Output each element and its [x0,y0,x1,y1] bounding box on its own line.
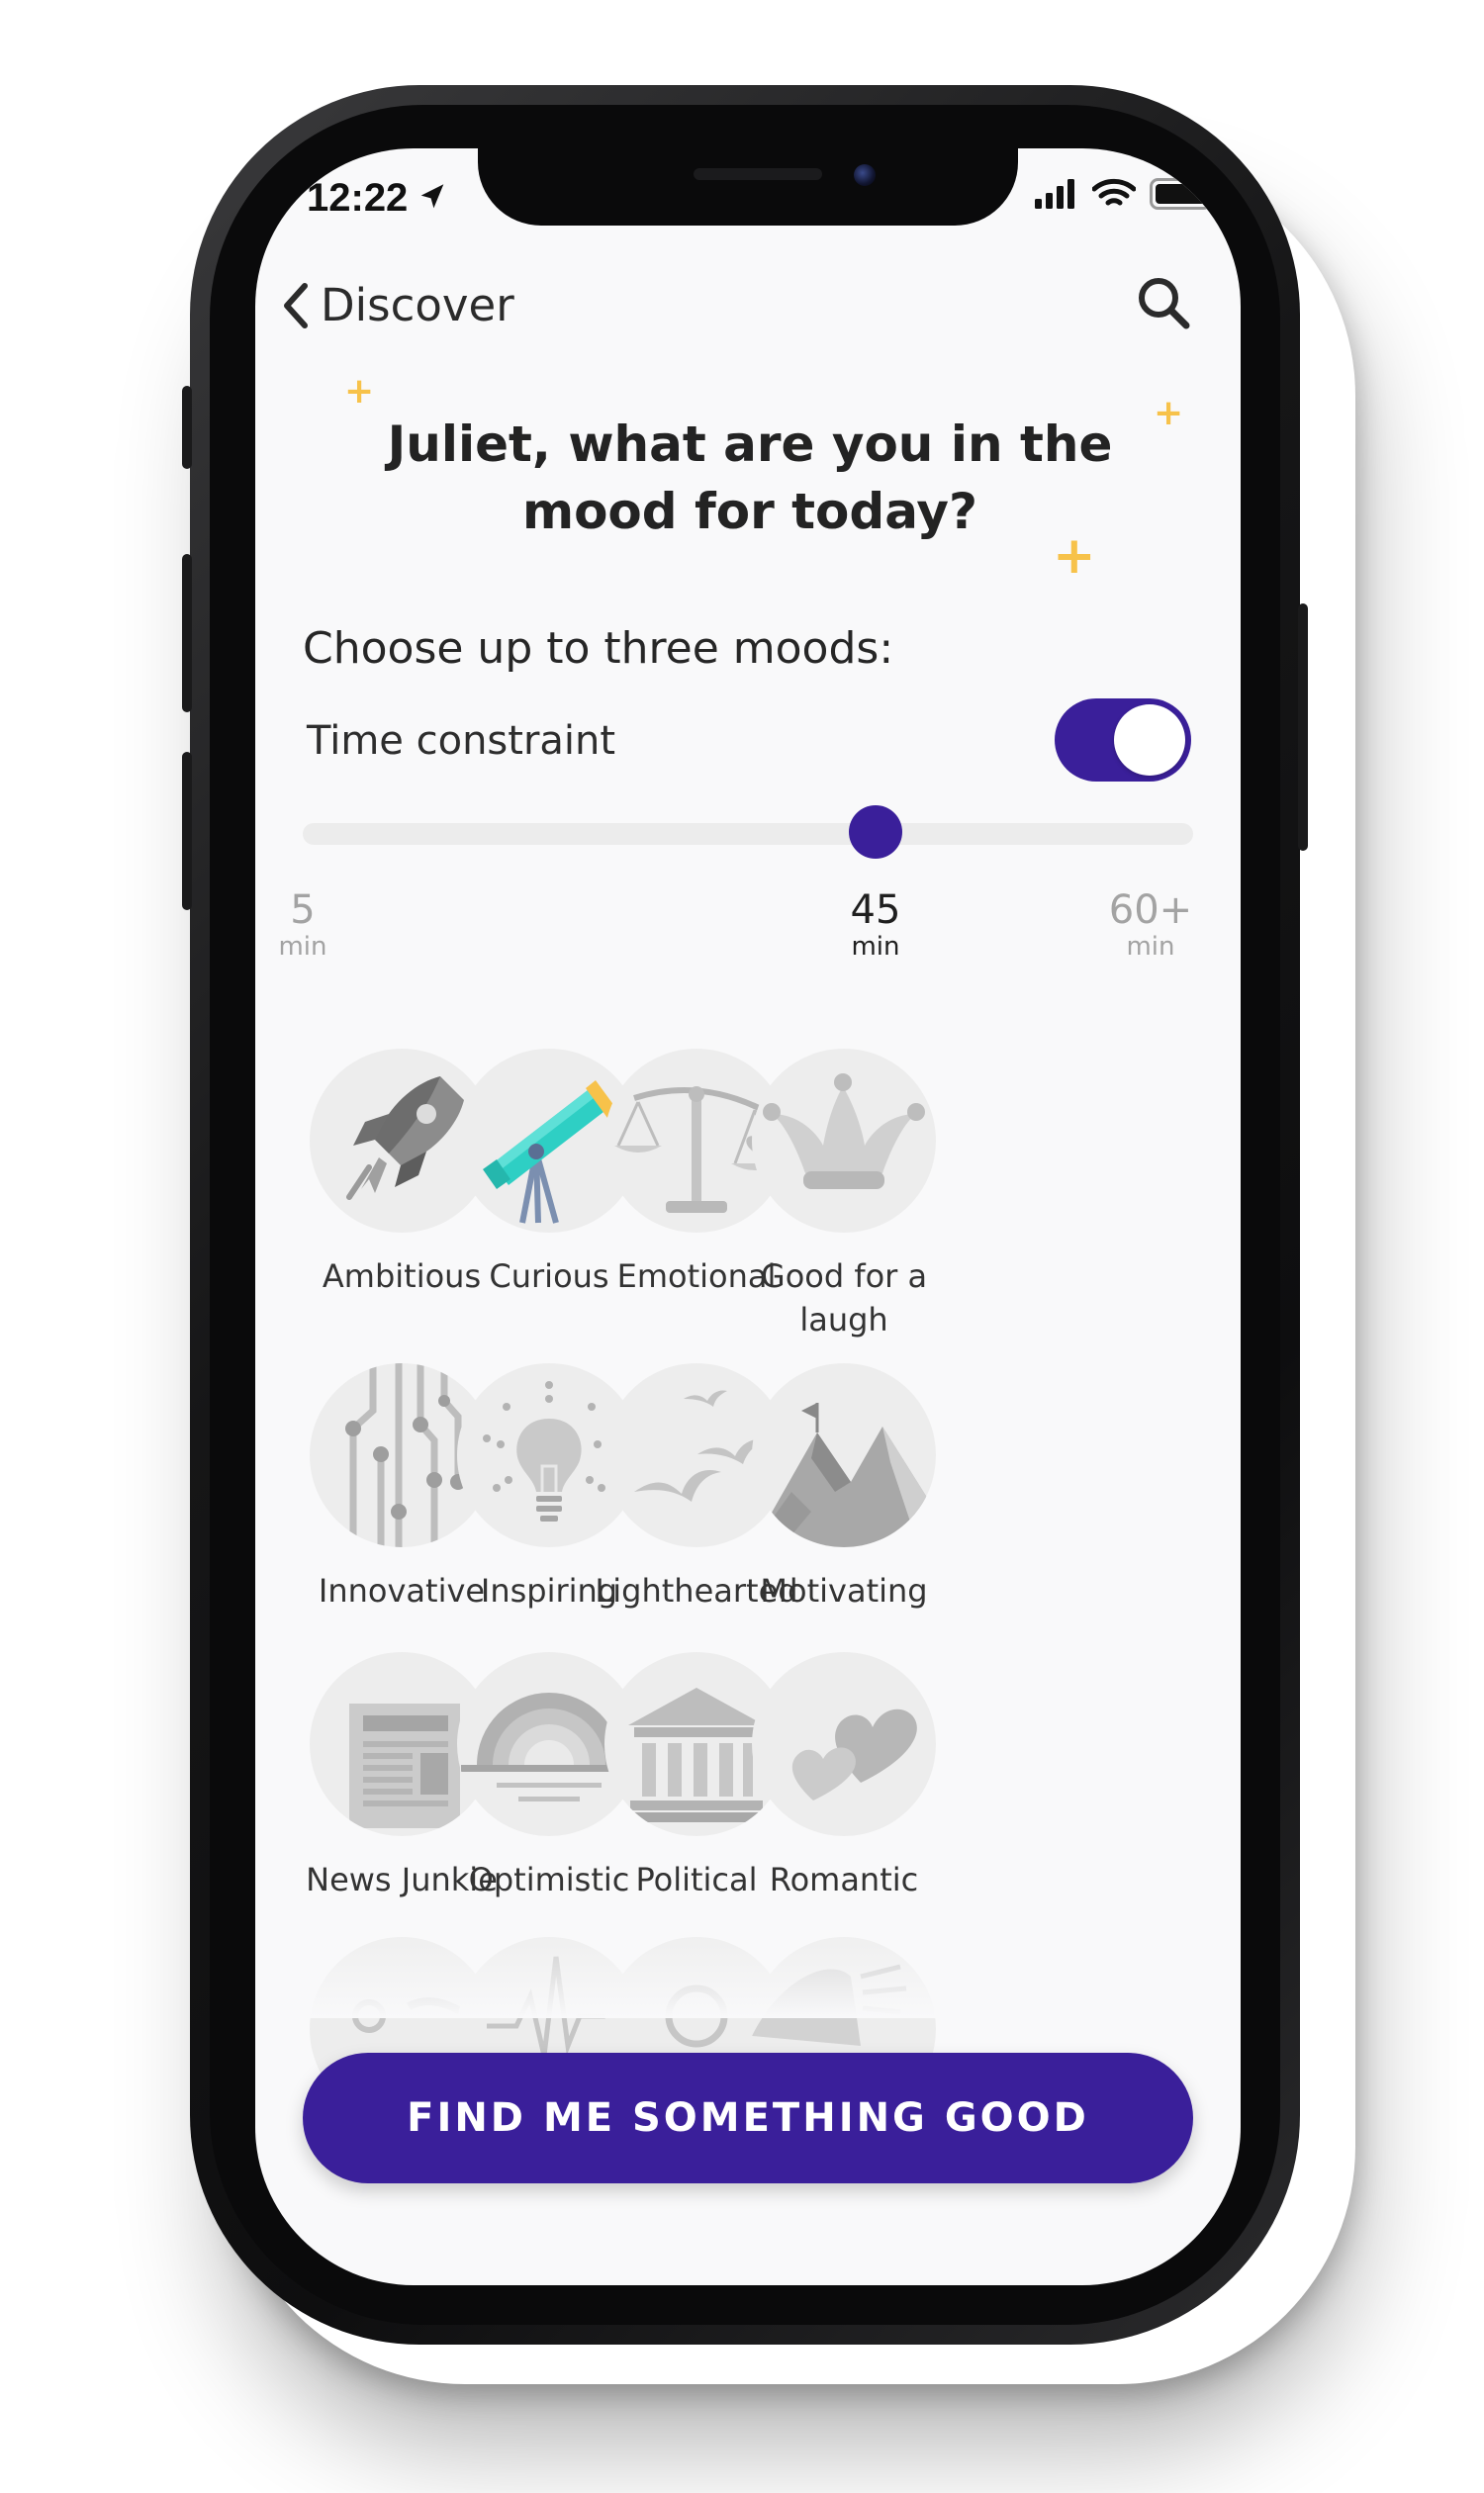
sparkle-icon: + [1154,393,1184,433]
slider-selected-unit: min [851,932,900,962]
mood-icon-circle [752,1049,936,1233]
slider-max-tick: 60+ min [1091,888,1210,962]
mood-icon-circle [752,1363,936,1547]
scroll-fade [255,1919,1241,2018]
mood-icon-circle [752,1652,936,1836]
status-time: 12:22 [307,176,409,220]
time-slider-thumb[interactable] [849,805,902,859]
mood-romantic[interactable]: Romantic [725,1652,963,1901]
page-title: Juliet, what are you in the mood for tod… [387,416,1113,540]
time-constraint-label: Time constraint [307,718,616,764]
silent-switch [182,386,192,469]
slider-max-value: 60+ [1108,887,1193,933]
volume-down-button [182,752,192,910]
search-icon[interactable] [1132,271,1195,334]
mood-motivating[interactable]: Motivating [725,1363,963,1613]
chevron-left-icon [284,282,308,328]
instruction-text: Choose up to three moods: [303,623,894,674]
mood-good-for-a-laugh[interactable]: Good for a laugh [725,1049,963,1341]
slider-min-unit: min [278,932,327,962]
back-button[interactable]: Discover [277,279,514,331]
notch [478,148,1018,226]
status-indicators [1035,178,1219,210]
slider-max-unit: min [1126,932,1175,962]
battery-icon [1150,178,1218,210]
power-button [1298,603,1308,851]
time-constraint-toggle[interactable] [1055,698,1191,782]
toggle-knob [1114,704,1185,776]
mountain-flag-icon [752,1403,936,1547]
wifi-icon [1092,178,1136,206]
back-label: Discover [321,279,514,331]
hearts-icon [791,1708,917,1800]
front-camera [854,164,876,186]
slider-selected-tick: 45 min [816,888,935,962]
location-arrow-icon [420,184,444,209]
signal-icon [1035,179,1074,209]
volume-up-button [182,554,192,712]
slider-min-value: 5 [290,887,316,933]
speaker-grille [694,168,822,180]
mood-label: Motivating [760,1572,928,1610]
time-slider-track[interactable] [303,823,1193,845]
slider-min-tick: 5 min [255,888,362,962]
sparkle-icon: + [344,371,375,412]
slider-selected-value: 45 [850,887,901,933]
mood-label: Good for a laugh [760,1257,928,1339]
mood-label: Romantic [769,1861,919,1898]
app-screen: 12:22 Discover + + + Juliet, what are yo… [255,148,1241,2285]
jester-hat-icon [763,1073,925,1189]
find-something-good-button[interactable]: FIND ME SOMETHING GOOD [303,2053,1193,2183]
